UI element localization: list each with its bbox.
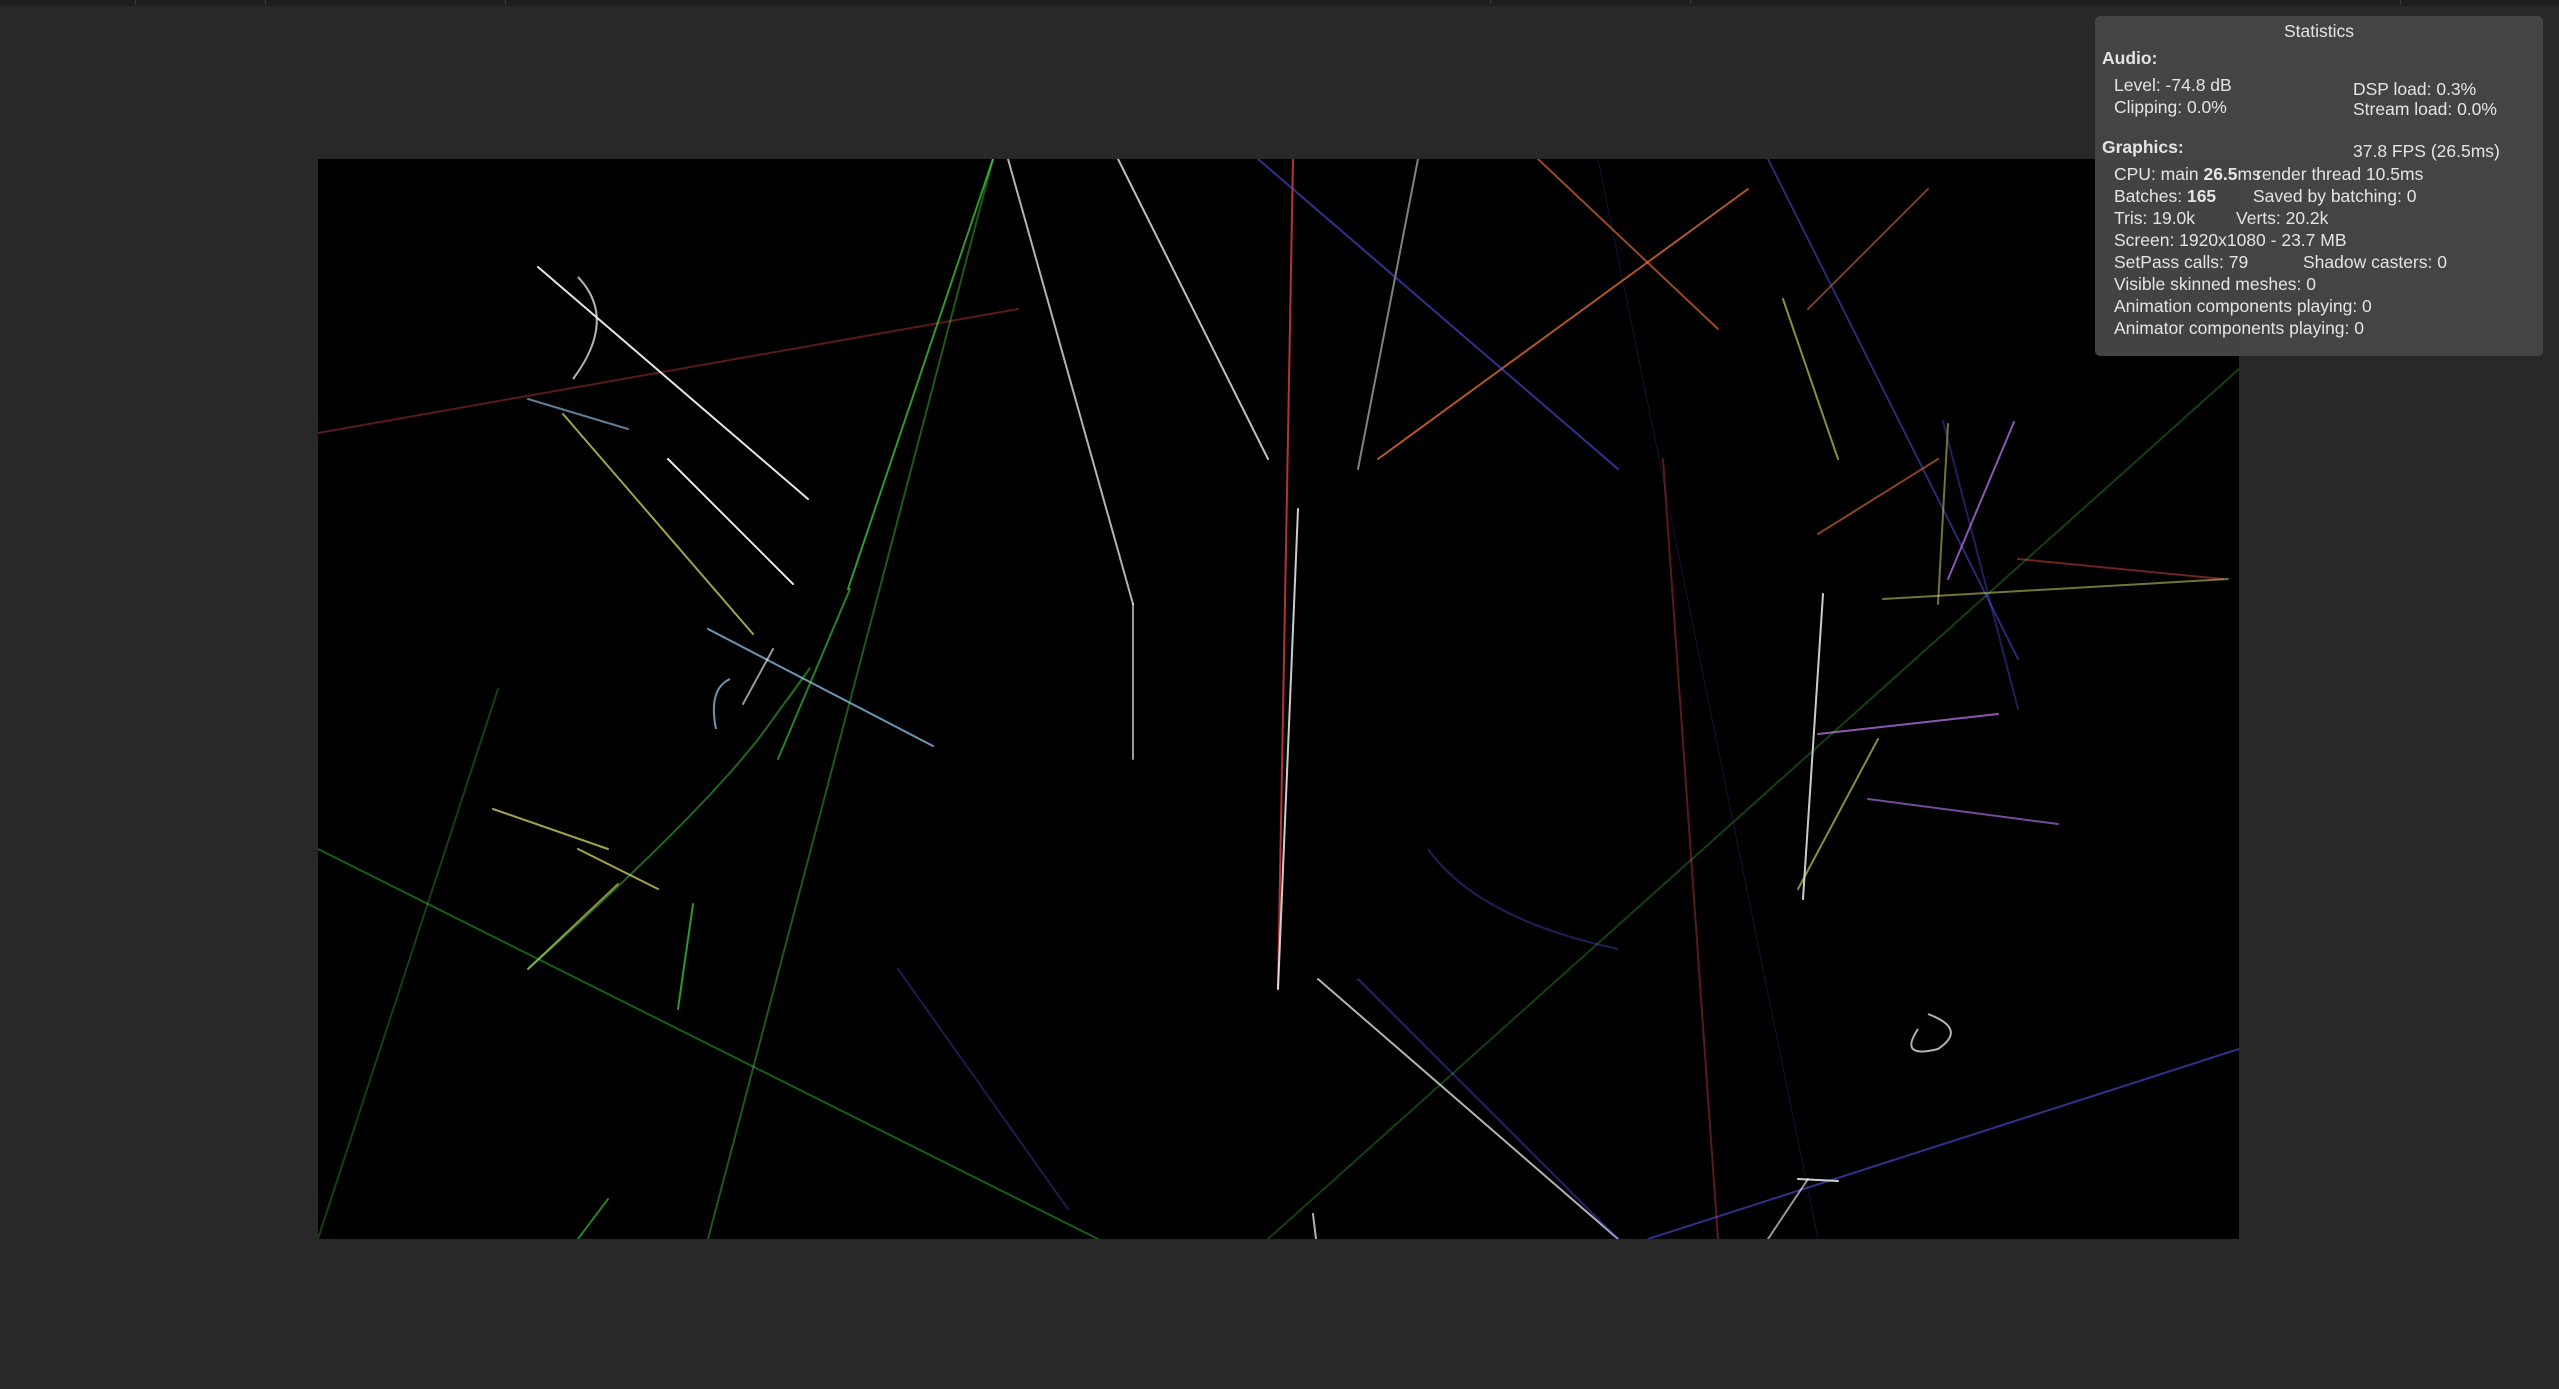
particle-curl xyxy=(1427,848,1619,950)
dsp-load: DSP load: 0.3% xyxy=(2353,79,2477,99)
tab-divider xyxy=(135,0,136,5)
particle-trail xyxy=(1647,1048,2239,1239)
audio-clipping: Clipping: 0.0% xyxy=(2114,97,2227,117)
particle-trail xyxy=(1312,1213,1317,1239)
graphics-header: Graphics: xyxy=(2102,137,2184,157)
particle-trail xyxy=(1817,713,1999,735)
tab-divider xyxy=(505,0,506,5)
audio-level: Level: -74.8 dB xyxy=(2114,75,2232,95)
particle-trail xyxy=(318,308,1019,434)
batches: Batches: 165 xyxy=(2114,185,2216,207)
particle-trail xyxy=(1662,458,1719,1239)
animator-components: Animator components playing: 0 xyxy=(2114,318,2364,338)
particle-trail xyxy=(1782,298,1839,460)
particle-trail xyxy=(1277,508,1299,990)
particle-trail xyxy=(847,159,994,590)
setpass-calls: SetPass calls: 79 xyxy=(2114,252,2249,272)
particle-trail xyxy=(318,848,1099,1239)
particle-trail xyxy=(1377,188,1749,460)
particle-trail xyxy=(1277,159,1294,990)
particle-trail xyxy=(1797,738,1879,890)
visible-skinned-meshes: Visible skinned meshes: 0 xyxy=(2114,274,2317,294)
particle-curl xyxy=(712,678,731,730)
stream-load: Stream load: 0.0% xyxy=(2353,99,2497,119)
particle-trail xyxy=(707,159,994,1239)
cpu-main: CPU: main 26.5ms xyxy=(2114,163,2261,185)
cpu-label: CPU: main xyxy=(2114,164,2204,184)
particle-trail xyxy=(1817,458,1939,535)
cpu-main-value: 26.5 xyxy=(2203,164,2238,184)
statistics-panel: Statistics Audio: Level: -74.8 dB DSP lo… xyxy=(2095,16,2543,356)
particle-trail xyxy=(1317,978,1619,1239)
tab-divider xyxy=(1490,0,1491,5)
tab-divider xyxy=(2400,0,2401,5)
particle-trail xyxy=(1357,978,1619,1239)
particle-trail xyxy=(777,588,851,760)
particle-trails xyxy=(318,159,2239,1239)
particle-trail xyxy=(1767,1178,1809,1239)
statistics-title: Statistics xyxy=(2283,21,2355,41)
particle-trail xyxy=(1357,159,1419,470)
render-thread: render thread 10.5ms xyxy=(2256,164,2424,184)
particle-trail xyxy=(1007,159,1134,605)
batches-label: Batches: xyxy=(2114,186,2187,206)
tris: Tris: 19.0k xyxy=(2114,208,2196,228)
saved-by-batching: Saved by batching: 0 xyxy=(2253,186,2417,206)
screen-info: Screen: 1920x1080 - 23.7 MB xyxy=(2114,230,2347,250)
particle-trail xyxy=(577,1198,609,1239)
particle-trail xyxy=(1267,368,2239,1239)
particle-trail xyxy=(1807,188,1929,310)
particle-trail xyxy=(677,903,694,1010)
particle-trail xyxy=(2017,558,2224,580)
particle-trail xyxy=(897,968,1069,1210)
particle-trail xyxy=(1947,421,2015,580)
particle-trail xyxy=(1117,159,1269,460)
particle-trail xyxy=(577,848,659,890)
game-view-viewport[interactable] xyxy=(318,159,2239,1239)
fps-readout: 37.8 FPS (26.5ms) xyxy=(2353,141,2500,161)
verts: Verts: 20.2k xyxy=(2236,208,2329,228)
particle-trail xyxy=(1802,593,1824,900)
particle-trail xyxy=(527,398,629,430)
particle-curl xyxy=(1910,1013,1952,1053)
tab-divider xyxy=(265,0,266,5)
particle-curl xyxy=(527,667,811,970)
particle-trail xyxy=(1257,159,1619,470)
particle-trail xyxy=(707,628,934,747)
editor-tab-strip xyxy=(0,0,2559,6)
particle-trail xyxy=(667,458,794,585)
particle-trail xyxy=(1882,578,2229,600)
particle-curl xyxy=(572,276,598,380)
particle-trail xyxy=(742,648,774,705)
animation-components: Animation components playing: 0 xyxy=(2114,296,2372,316)
batches-value: 165 xyxy=(2186,186,2217,206)
shadow-casters: Shadow casters: 0 xyxy=(2303,252,2447,272)
audio-header: Audio: xyxy=(2102,48,2158,68)
particle-trail xyxy=(1767,159,2019,660)
particle-trail xyxy=(562,413,754,635)
tab-divider xyxy=(1690,0,1691,5)
particle-trail xyxy=(318,688,499,1239)
particle-trail xyxy=(1537,159,1719,330)
particle-trail xyxy=(1597,159,1819,1239)
particle-trail xyxy=(492,808,609,850)
particle-trail xyxy=(1867,798,2059,825)
